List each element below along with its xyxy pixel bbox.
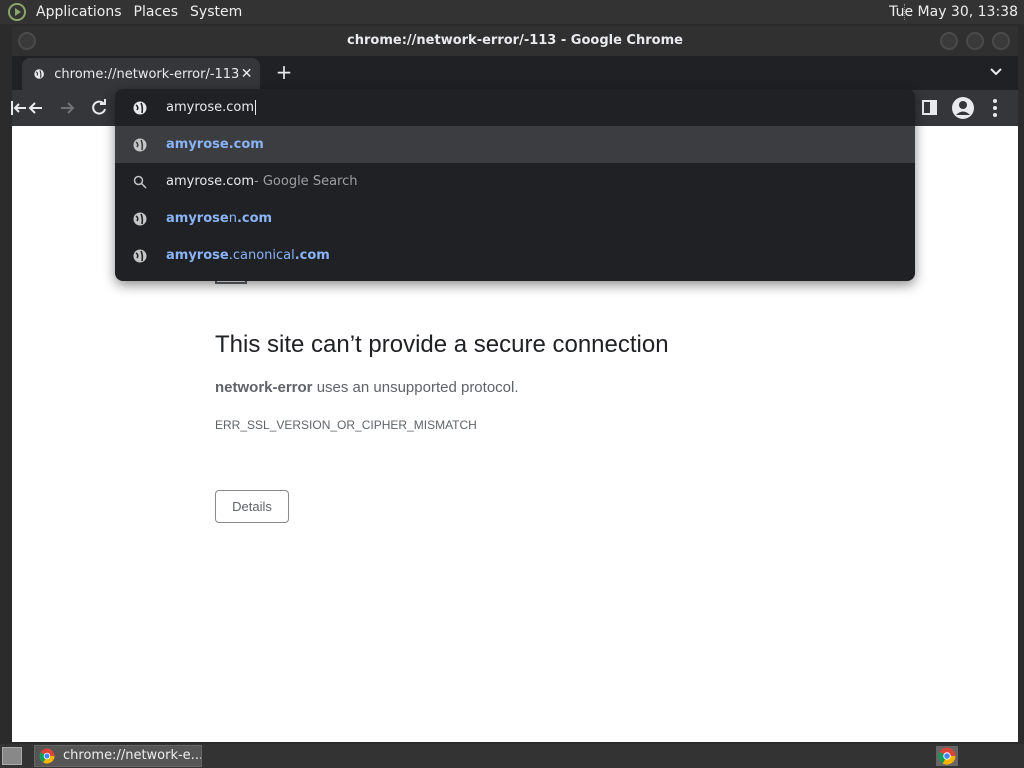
top-panel: Applications Places System Tue May 30, 1… xyxy=(0,0,1024,24)
maximize-button[interactable] xyxy=(966,32,984,50)
error-description: network-error uses an unsupported protoc… xyxy=(215,379,519,396)
text-caret xyxy=(255,100,257,115)
omnibox-input-row[interactable]: amyrose.com xyxy=(115,89,915,126)
error-code: ERR_SSL_VERSION_OR_CIPHER_MISMATCH xyxy=(215,418,477,432)
globe-icon xyxy=(133,212,147,225)
tray-chrome-icon[interactable] xyxy=(936,746,958,766)
more-menu-icon[interactable] xyxy=(990,96,1000,120)
error-title: This site can’t provide a secure connect… xyxy=(215,331,669,358)
chevron-down-icon[interactable] xyxy=(988,64,1004,80)
window-menu-button[interactable] xyxy=(18,32,36,50)
taskbar-item-label: chrome://network-e... xyxy=(63,748,202,763)
side-panel-edge-icon[interactable] xyxy=(8,98,28,118)
globe-icon xyxy=(34,69,44,79)
error-description-text: uses an unsupported protocol. xyxy=(312,379,519,396)
forward-arrow-icon[interactable] xyxy=(57,98,77,118)
suggestion-item[interactable]: amyrose n .com xyxy=(115,200,915,237)
menu-system[interactable]: System xyxy=(186,4,250,20)
window-titlebar[interactable]: chrome://network-error/-113 - Google Chr… xyxy=(12,26,1018,56)
suggestion-item[interactable]: amyrose .canonical .com xyxy=(115,237,915,274)
suggestion-item[interactable]: amyrose.com xyxy=(115,126,915,163)
details-button[interactable]: Details xyxy=(215,490,289,523)
omnibox-input-value: amyrose.com xyxy=(166,100,255,115)
minimize-button[interactable] xyxy=(940,32,958,50)
menu-places[interactable]: Places xyxy=(130,4,187,20)
globe-icon xyxy=(133,101,147,114)
chrome-icon xyxy=(938,747,956,765)
omnibox-dropdown: amyrose.com amyrose.com amyrose.com - Go… xyxy=(115,89,915,281)
system-menu-bar: Applications Places System xyxy=(0,0,250,24)
suggestion-match: amyrose.com xyxy=(166,137,264,152)
close-window-button[interactable] xyxy=(992,32,1010,50)
tab-close-icon[interactable]: ✕ xyxy=(239,66,254,82)
mint-logo-icon[interactable] xyxy=(8,3,26,21)
reload-icon[interactable] xyxy=(89,98,109,118)
show-desktop-icon[interactable] xyxy=(2,747,22,765)
taskbar-item-chrome[interactable]: chrome://network-e... xyxy=(34,745,202,767)
tab-strip: chrome://network-error/-113 ✕ + xyxy=(12,56,1018,90)
bottom-panel: chrome://network-e... xyxy=(0,744,1024,768)
suggestion-end: .com xyxy=(236,211,273,226)
error-host: network-error xyxy=(215,379,313,396)
suggestion-match: amyrose xyxy=(166,248,229,263)
tab-network-error[interactable]: chrome://network-error/-113 ✕ xyxy=(22,58,260,90)
tab-title: chrome://network-error/-113 xyxy=(54,66,240,82)
suggestion-end: .com xyxy=(294,248,330,263)
profile-avatar-icon[interactable] xyxy=(951,96,975,120)
menu-applications[interactable]: Applications xyxy=(32,4,130,20)
new-tab-button[interactable]: + xyxy=(274,62,294,82)
suggestion-rest: n xyxy=(228,211,237,226)
globe-icon xyxy=(133,138,147,151)
suggestion-suffix: - Google Search xyxy=(254,174,358,189)
omnibox-input[interactable]: amyrose.com xyxy=(166,100,257,115)
back-arrow-icon[interactable] xyxy=(26,98,46,118)
clock[interactable]: Tue May 30, 13:38 xyxy=(889,0,1018,24)
tray-applet-icon[interactable] xyxy=(1000,746,1020,766)
side-panel-icon[interactable] xyxy=(920,96,940,120)
window-title: chrome://network-error/-113 - Google Chr… xyxy=(347,33,683,48)
suggestion-item[interactable]: amyrose.com - Google Search xyxy=(115,163,915,200)
globe-icon xyxy=(133,249,147,262)
suggestion-text: amyrose.com xyxy=(166,174,255,189)
search-icon xyxy=(133,175,147,189)
chrome-icon xyxy=(39,748,55,764)
suggestion-match: amyrose xyxy=(166,211,229,226)
suggestion-rest: .canonical xyxy=(228,248,295,263)
